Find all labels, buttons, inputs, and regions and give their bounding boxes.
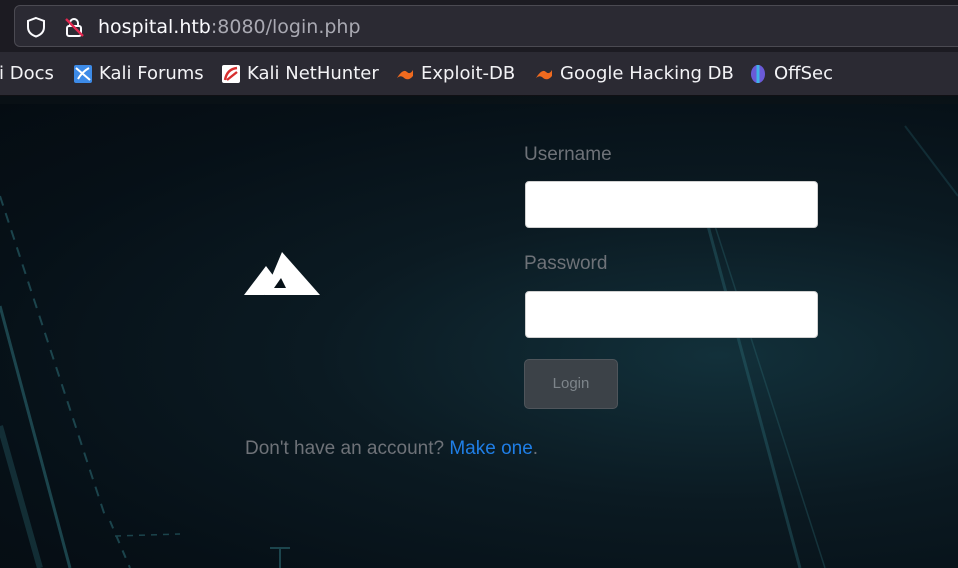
- bookmark-label: Google Hacking DB: [560, 63, 734, 84]
- exploit-db-icon: [397, 70, 413, 80]
- google-hacking-db-icon: [536, 70, 552, 80]
- address-bar[interactable]: hospital.htb:8080/login.php: [14, 5, 958, 47]
- signup-prompt: Don't have an account? Make one.: [245, 438, 538, 460]
- login-button[interactable]: Login: [524, 359, 618, 409]
- bookmark-kali-docs[interactable]: li Docs: [0, 62, 54, 86]
- kali-nethunter-icon: [222, 65, 240, 83]
- bookmark-exploit-db[interactable]: Exploit-DB: [395, 62, 515, 86]
- url-text[interactable]: hospital.htb:8080/login.php: [98, 15, 361, 39]
- signup-suffix: .: [532, 438, 539, 459]
- bookmark-label: Exploit-DB: [421, 63, 516, 84]
- login-page: Username Password Login Don't have an ac…: [0, 96, 958, 568]
- bookmark-google-hacking-db[interactable]: Google Hacking DB: [534, 62, 734, 86]
- username-label: Username: [524, 144, 612, 165]
- url-path: :8080/login.php: [210, 16, 361, 38]
- bookmark-kali-nethunter[interactable]: Kali NetHunter: [221, 62, 379, 86]
- bookmark-kali-forums[interactable]: Kali Forums: [73, 62, 204, 86]
- browser-toolbar: hospital.htb:8080/login.php: [0, 0, 958, 52]
- username-input[interactable]: [525, 181, 818, 228]
- kali-forums-icon: [74, 65, 92, 83]
- insecure-lock-icon[interactable]: [63, 16, 85, 38]
- offsec-icon: [751, 65, 765, 83]
- bookmark-label: OffSec: [774, 63, 833, 84]
- mountain-logo-icon: [244, 252, 320, 295]
- bookmarks-bar: li Docs Kali Forums Kali NetHunter Explo…: [0, 52, 958, 96]
- make-account-link[interactable]: Make one: [449, 438, 532, 459]
- password-label: Password: [524, 253, 608, 274]
- bookmark-label: li Docs: [0, 63, 54, 84]
- bookmark-label: Kali Forums: [99, 63, 204, 84]
- signup-prefix: Don't have an account?: [245, 438, 450, 459]
- shield-icon[interactable]: [25, 16, 47, 38]
- bookmark-label: Kali NetHunter: [247, 63, 379, 84]
- password-input[interactable]: [525, 291, 818, 338]
- bookmark-offsec[interactable]: OffSec: [748, 62, 833, 86]
- url-host: hospital.htb: [98, 16, 211, 38]
